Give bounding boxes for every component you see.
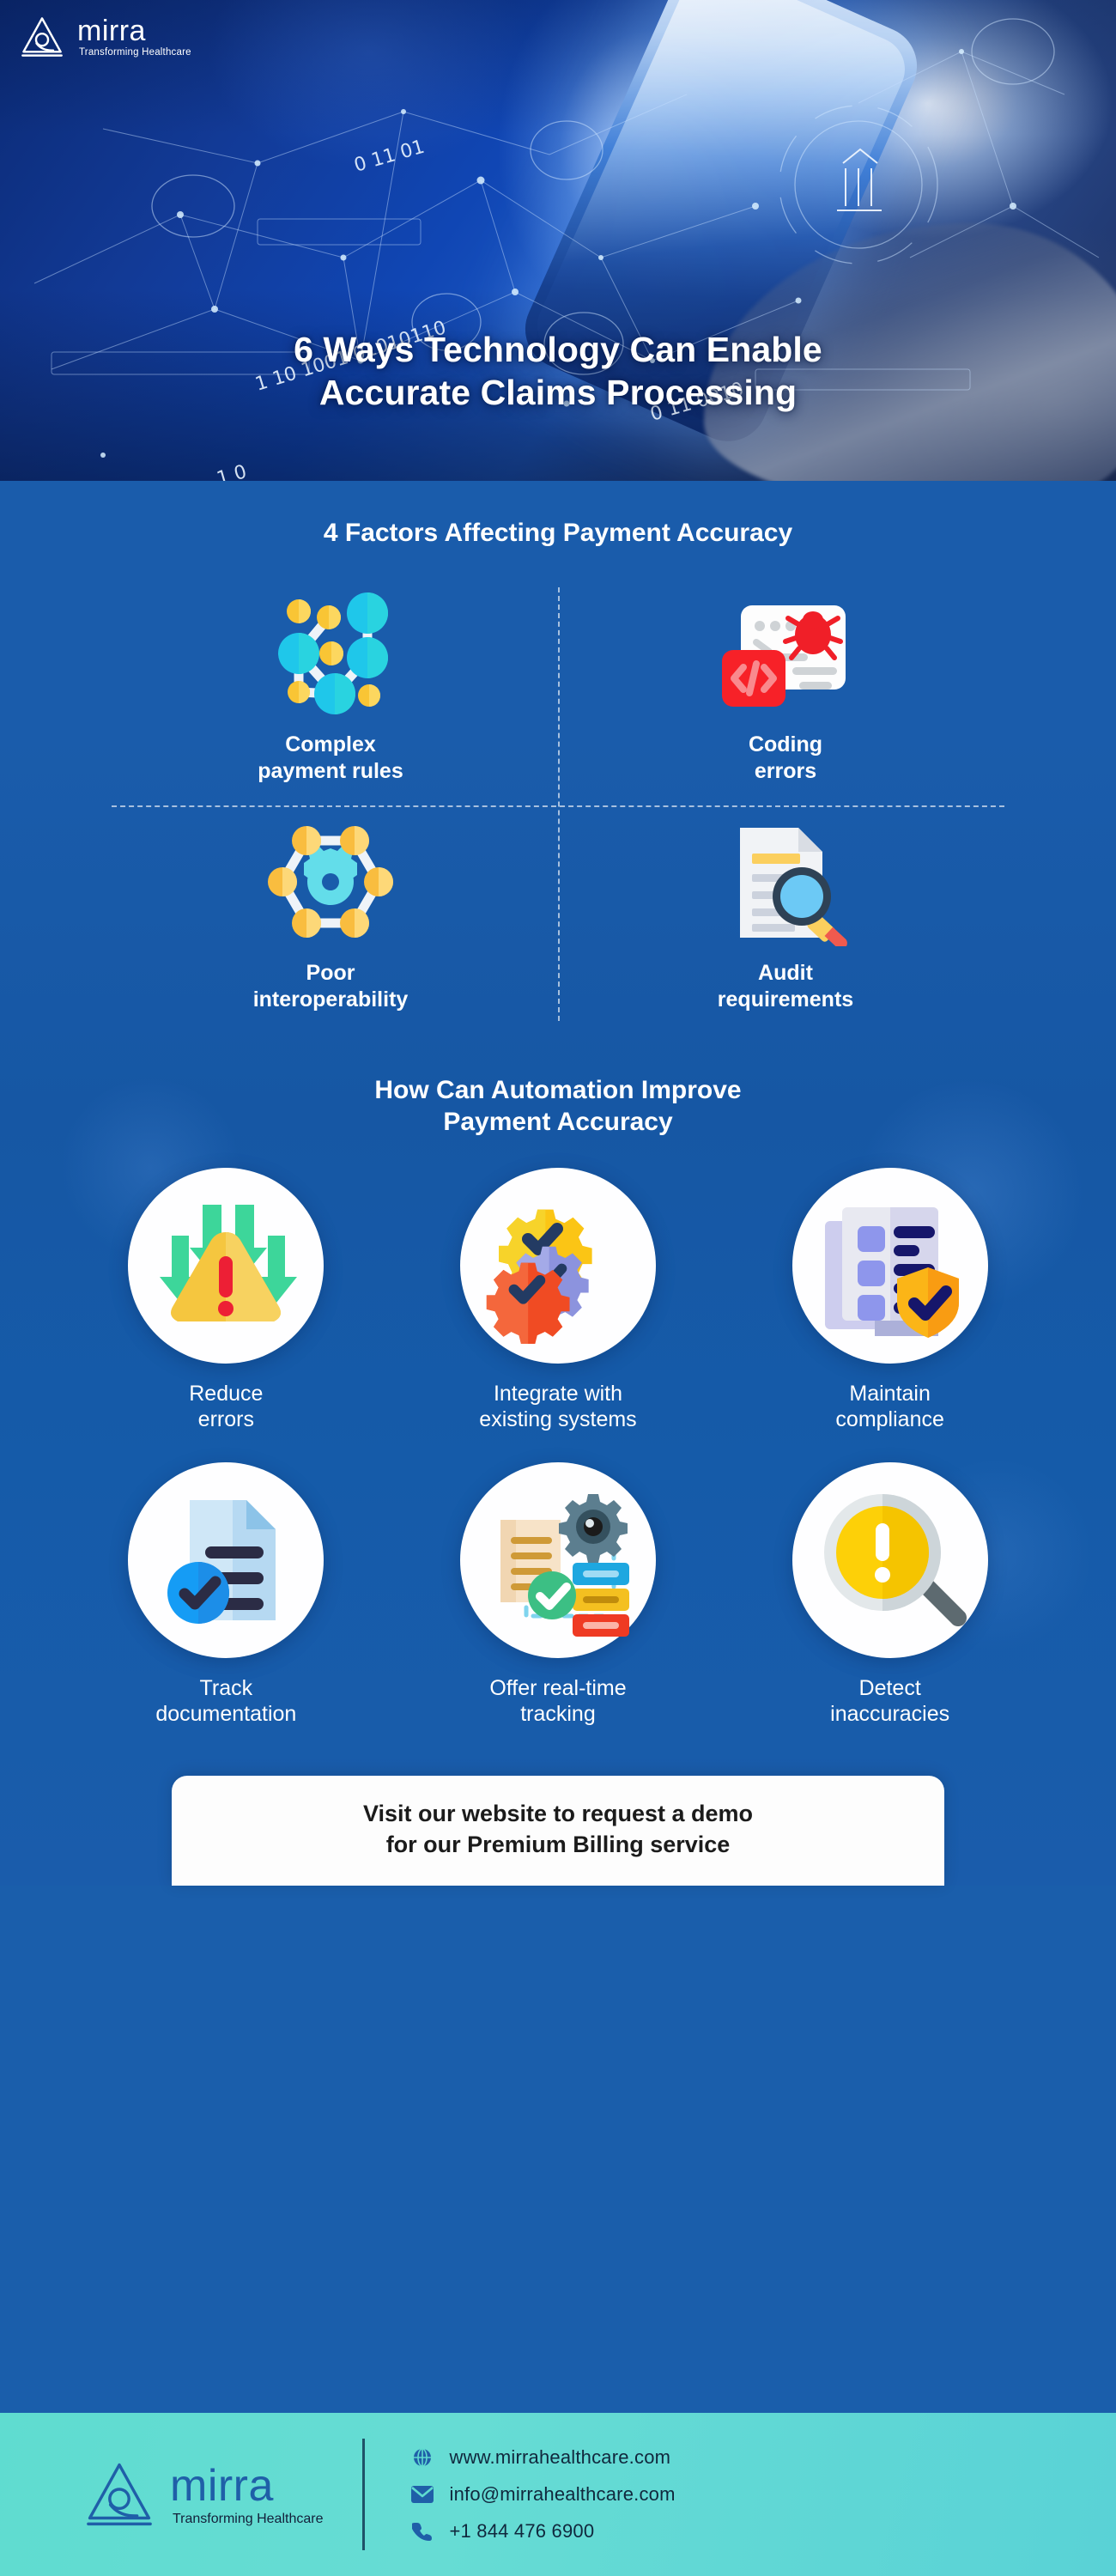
warning-triangle-down-arrows-icon [128, 1167, 324, 1364]
footer-divider [362, 2439, 366, 2550]
automation-label-line-1: Reduce [189, 1381, 264, 1406]
gears-checkmarks-icon [459, 1167, 656, 1364]
hero-banner: 0 11 01 1 10 1001 01010110 0 11 0010 1 0… [0, 0, 1116, 481]
svg-text:0 11 01: 0 11 01 [352, 137, 428, 177]
factor-label-line-1: Audit [758, 961, 813, 985]
factor-cell-complex-payment-rules: Complex payment rules [103, 579, 558, 801]
factor-label-line-2: payment rules [258, 758, 403, 783]
hero-title-line-1: 6 Ways Technology Can Enable [294, 330, 822, 369]
contact-row-email[interactable]: info@mirrahealthcare.com [411, 2483, 675, 2506]
magnifier-alert-icon [792, 1461, 988, 1658]
factor-label: Audit requirements [718, 960, 853, 1014]
svg-text:1 0: 1 0 [215, 461, 250, 481]
document-check-badge-icon [128, 1461, 324, 1658]
automation-cell-integrate-existing-systems: Integrate with existing systems [392, 1167, 725, 1433]
automation-label: Offer real-time tracking [489, 1675, 626, 1728]
factor-label: Complex payment rules [258, 732, 403, 786]
factor-cell-coding-errors: Coding errors [558, 579, 1013, 801]
brand-logo-top: mirra Transforming Healthcare [19, 14, 191, 60]
phone-text: +1 844 476 6900 [449, 2520, 595, 2542]
automation-label-line-2: errors [197, 1407, 254, 1431]
globe-icon [411, 2446, 434, 2469]
contact-row-website[interactable]: www.mirrahealthcare.com [411, 2446, 675, 2469]
footer-bar: mirra Transforming Healthcare www.mirrah… [0, 2413, 1116, 2576]
factor-label-line-1: Poor [306, 961, 355, 985]
factor-label-line-2: requirements [717, 987, 854, 1012]
automation-label-line-1: Detect [858, 1675, 921, 1700]
automation-label: Track documentation [155, 1675, 296, 1728]
code-window-bug-icon [717, 589, 854, 718]
automation-label: Maintain compliance [835, 1381, 943, 1433]
automation-title-line-1: How Can Automation Improve [374, 1075, 742, 1104]
factor-label-line-2: interoperability [252, 987, 409, 1012]
automation-label-line-1: Track [199, 1675, 253, 1700]
automation-cell-track-documentation: Track documentation [60, 1461, 392, 1728]
mirra-triangle-logo-icon [87, 2463, 152, 2526]
infographic-body: 4 Factors Affecting Payment Accuracy Com… [0, 481, 1116, 1886]
automation-label-line-2: documentation [155, 1702, 297, 1726]
footer-brand-name: mirra [170, 2460, 274, 2511]
factor-label-line-2: errors [754, 758, 817, 783]
automation-cell-offer-real-time-tracking: Offer real-time tracking [392, 1461, 725, 1728]
mirra-triangle-logo-icon [21, 17, 63, 57]
automation-label-line-2: tracking [520, 1702, 596, 1726]
cta-line-1: Visit our website to request a demo [362, 1800, 754, 1826]
automation-title-line-2: Payment Accuracy [443, 1108, 673, 1136]
automation-cell-maintain-compliance: Maintain compliance [724, 1167, 1056, 1433]
factor-cell-audit-requirements: Audit requirements [558, 807, 1013, 1030]
automation-cell-detect-inaccuracies: Detect inaccuracies [724, 1461, 1056, 1728]
factor-label-line-1: Complex [285, 732, 376, 756]
workflow-gear-checkmark-icon [459, 1461, 656, 1658]
footer-brand-tagline: Transforming Healthcare [173, 2511, 324, 2526]
quadrant-vertical-divider [558, 586, 560, 1021]
cta-banner[interactable]: Visit our website to request a demo for … [172, 1775, 944, 1886]
hero-title: 6 Ways Technology Can Enable Accurate Cl… [0, 328, 1116, 414]
automation-label: Detect inaccuracies [830, 1675, 949, 1728]
hexagon-gear-nodes-icon [262, 817, 399, 946]
envelope-icon [411, 2483, 434, 2506]
factor-label-line-1: Coding [748, 732, 823, 756]
checklist-shield-icon [792, 1167, 988, 1364]
hero-title-line-2: Accurate Claims Processing [318, 373, 798, 413]
cta-line-2: for our Premium Billing service [385, 1831, 731, 1857]
automation-label-line-1: Integrate with [493, 1381, 623, 1406]
phone-icon [411, 2520, 434, 2543]
factors-section-title: 4 Factors Affecting Payment Accuracy [323, 519, 793, 547]
automation-label-line-2: compliance [835, 1407, 944, 1431]
brand-logo-footer: mirra Transforming Healthcare [0, 2458, 323, 2531]
automation-label: Reduce errors [189, 1381, 263, 1433]
document-magnifier-icon [721, 817, 850, 946]
automation-label: Integrate with existing systems [479, 1381, 636, 1433]
automation-label-line-1: Maintain [849, 1381, 931, 1406]
automation-label-line-2: inaccuracies [830, 1702, 950, 1726]
automation-section-title: How Can Automation Improve Payment Accur… [0, 1030, 1116, 1139]
factor-label: Poor interoperability [253, 960, 409, 1014]
network-nodes-icon [258, 589, 403, 718]
automation-cell-reduce-errors: Reduce errors [60, 1167, 392, 1433]
brand-tagline: Transforming Healthcare [79, 46, 191, 58]
automation-grid: Reduce errors Integrate with existing sy… [60, 1167, 1056, 1728]
automation-label-line-1: Offer real-time [489, 1675, 627, 1700]
factors-quadrant-grid: Complex payment rules Coding errors Poor… [103, 579, 1013, 1030]
email-text: info@mirrahealthcare.com [449, 2483, 676, 2505]
website-text: www.mirrahealthcare.com [449, 2446, 671, 2468]
footer-contact-list: www.mirrahealthcare.com info@mirrahealth… [411, 2446, 675, 2543]
factor-label: Coding errors [749, 732, 822, 786]
brand-name: mirra [77, 14, 146, 47]
automation-label-line-2: existing systems [479, 1407, 637, 1431]
contact-row-phone[interactable]: +1 844 476 6900 [411, 2520, 675, 2543]
factor-cell-poor-interoperability: Poor interoperability [103, 807, 558, 1030]
